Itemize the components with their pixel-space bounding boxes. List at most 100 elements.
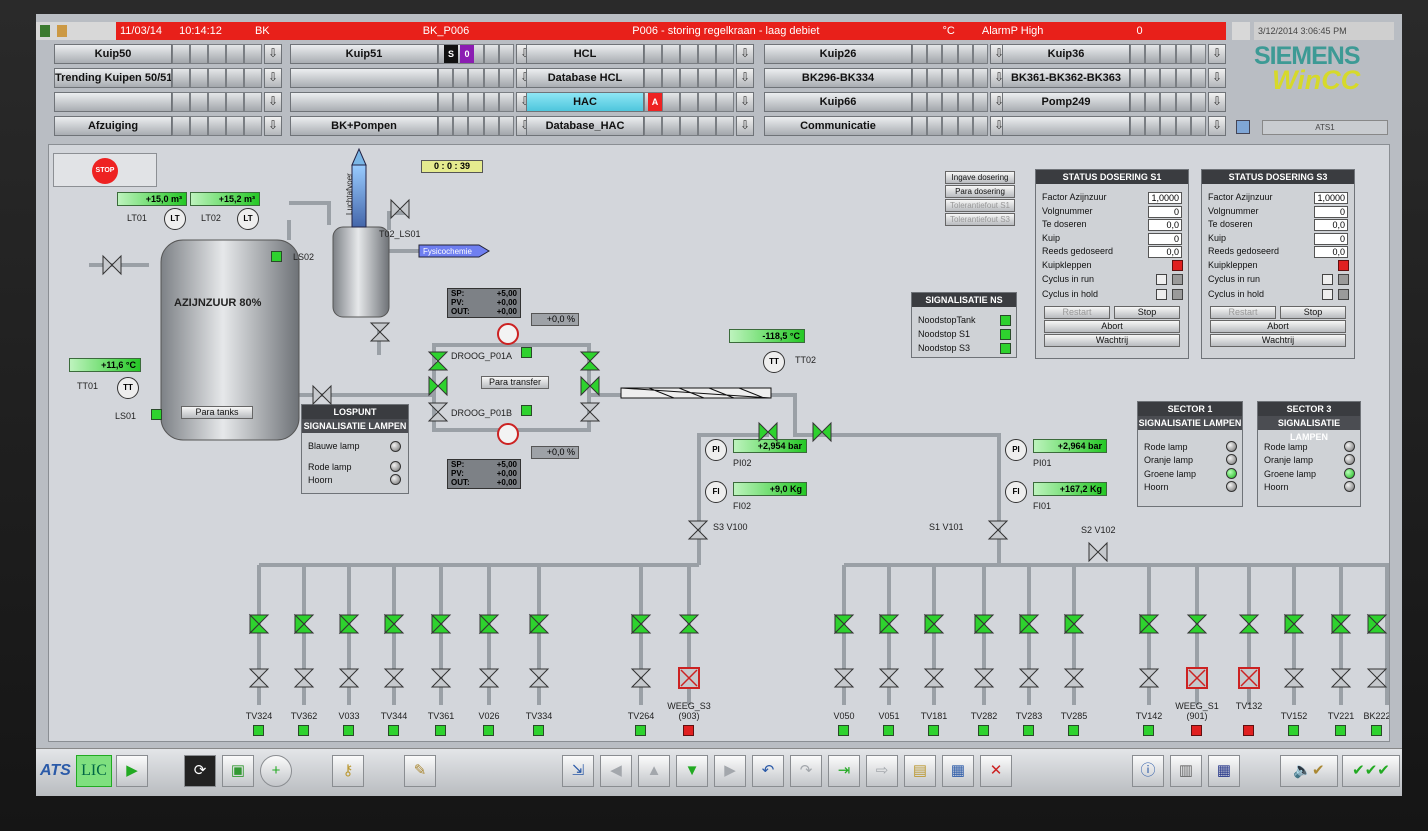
drop-valve-right-0-icon[interactable] [833,613,855,635]
drop-valve-right-4-icon[interactable] [1018,613,1040,635]
valve-s1v101-icon[interactable] [987,519,1009,541]
drop-valve-left-4-icon[interactable] [430,613,452,635]
fysicochemie-label[interactable]: Fysicochemie [423,247,472,256]
open-folder-icon[interactable]: ▤ [904,755,936,787]
drop-lower-left-4-icon[interactable] [430,667,452,689]
drop-lower-right-8-icon[interactable] [1238,667,1260,689]
nav-dropdown-icon[interactable]: ⇩ [1208,44,1226,64]
valve-p01b-out-icon[interactable] [579,401,601,423]
drop-lower-left-8-icon[interactable] [678,667,700,689]
drop-lower-left-5-icon[interactable] [478,667,500,689]
acknowledge-all-icon[interactable]: ✔✔✔ [1342,755,1400,787]
report-icon[interactable]: ▥ [1170,755,1202,787]
status_s1-stop-button[interactable]: Stop [1114,305,1180,319]
nav-dropdown-icon[interactable]: ⇩ [736,68,754,88]
nav-button-col5-1[interactable]: BK361-BK362-BK363 [1002,68,1130,88]
info-icon[interactable]: ⓘ [1132,755,1164,787]
nav-button-col1-0[interactable]: Kuip50 [54,44,172,64]
pid-controller-top[interactable]: SP: +5,00 PV: +0,00 OUT: +0,00 [447,288,521,318]
valve-vessel-drain-icon[interactable] [369,321,391,343]
fi01-transmitter-icon[interactable]: FI [1005,481,1027,503]
nav-button-col5-3[interactable] [1002,116,1130,136]
drop-lower-right-3-icon[interactable] [973,667,995,689]
valve-s3v100-icon[interactable] [687,519,709,541]
lt01-transmitter-icon[interactable]: LT [164,208,186,230]
nav-dropdown-icon[interactable]: ⇩ [736,116,754,136]
emergency-stop-button[interactable]: STOP [53,153,157,187]
status_s3-restart-button[interactable]: Restart [1210,305,1276,319]
key-icon[interactable]: ⚷ [332,755,364,787]
dosing-button-3[interactable]: Tolerantiefout S3 [945,213,1015,226]
monitor-icon[interactable]: ▣ [222,755,254,787]
tt02-transmitter-icon[interactable]: TT [763,351,785,373]
run-mode-icon[interactable] [1156,273,1167,285]
drop-valve-right-10-icon[interactable] [1330,613,1352,635]
refresh-icon[interactable]: ⟳ [184,755,216,787]
redo-icon[interactable]: ↷ [790,755,822,787]
valve-transfer-out-icon[interactable] [579,375,601,397]
nav-button-col4-0[interactable]: Kuip26 [764,44,912,64]
status_s1-wachtrij-button[interactable]: Wachtrij [1044,333,1180,347]
drop-valve-left-5-icon[interactable] [478,613,500,635]
drop-lower-right-2-icon[interactable] [923,667,945,689]
arrow-left-icon[interactable]: ◀ [600,755,632,787]
valve-transfer-main-icon[interactable] [427,375,449,397]
lic-button[interactable]: LIC [76,755,112,787]
valve-tank-inlet-icon[interactable] [101,254,123,276]
valve-split-left-icon[interactable] [757,421,779,443]
nav-dropdown-icon[interactable]: ⇩ [1208,68,1226,88]
valve-vessel-vent-icon[interactable] [389,198,411,220]
arrow-up-icon[interactable]: ▲ [638,755,670,787]
drop-valve-left-0-icon[interactable] [248,613,270,635]
forward-icon[interactable]: ⇨ [866,755,898,787]
nav-dropdown-icon[interactable]: ⇩ [264,68,282,88]
hold-mode-icon[interactable] [1156,288,1167,300]
para-transfer-button[interactable]: Para transfer [481,376,549,389]
drop-valve-right-2-icon[interactable] [923,613,945,635]
status_s3-wachtrij-button[interactable]: Wachtrij [1210,333,1346,347]
pump-p01b-icon[interactable] [497,423,519,445]
nav-button-col5-2[interactable]: Pomp249 [1002,92,1130,112]
drop-valve-right-6-icon[interactable] [1138,613,1160,635]
pump-p01a-icon[interactable] [497,323,519,345]
nav-dropdown-icon[interactable]: ⇩ [1208,92,1226,112]
nav-dropdown-icon[interactable]: ⇩ [736,44,754,64]
drop-lower-right-6-icon[interactable] [1138,667,1160,689]
drop-valve-right-1-icon[interactable] [878,613,900,635]
hold-mode-icon[interactable] [1322,288,1333,300]
nav-button-col4-3[interactable]: Communicatie [764,116,912,136]
drop-valve-left-3-icon[interactable] [383,613,405,635]
dosing-button-1[interactable]: Para dosering [945,185,1015,198]
nav-button-col3-3[interactable]: Database_HAC [526,116,644,136]
drop-valve-left-6-icon[interactable] [528,613,550,635]
valve-p01b-in-icon[interactable] [427,401,449,423]
pi01-transmitter-icon[interactable]: PI [1005,439,1027,461]
drop-lower-right-7-icon[interactable] [1186,667,1208,689]
nav-dropdown-icon[interactable]: ⇩ [264,92,282,112]
fi02-transmitter-icon[interactable]: FI [705,481,727,503]
delete-icon[interactable]: ✕ [980,755,1012,787]
save-icon[interactable]: ▦ [942,755,974,787]
alarm-message-row[interactable]: 11/03/14 10:14:12 BK BK_P006 P006 - stor… [116,22,1226,40]
status_s1-abort-button[interactable]: Abort [1044,319,1180,333]
run-icon[interactable]: ▶ [116,755,148,787]
arrow-down-icon[interactable]: ▼ [676,755,708,787]
alarm-scroll-icon[interactable] [1232,22,1250,40]
nav-button-col4-1[interactable]: BK296-BK334 [764,68,912,88]
drop-valve-right-7-icon[interactable] [1186,613,1208,635]
nav-button-col2-3[interactable]: BK+Pompen [290,116,438,136]
nav-button-col2-1[interactable] [290,68,438,88]
nav-dropdown-icon[interactable]: ⇩ [736,92,754,112]
valve-p01a-in-icon[interactable] [427,350,449,372]
nav-dropdown-icon[interactable]: ⇩ [1208,116,1226,136]
drop-valve-left-7-icon[interactable] [630,613,652,635]
import-icon[interactable]: ⇲ [562,755,594,787]
nav-button-col4-2[interactable]: Kuip66 [764,92,912,112]
nav-button-col2-0[interactable]: Kuip51 [290,44,438,64]
run-mode-icon[interactable] [1322,273,1333,285]
pid-controller-bottom[interactable]: SP: +5,00 PV: +0,00 OUT: +0,00 [447,459,521,489]
calculator-icon[interactable]: ▦ [1208,755,1240,787]
drop-lower-left-1-icon[interactable] [293,667,315,689]
drop-lower-left-7-icon[interactable] [630,667,652,689]
dosing-button-2[interactable]: Tolerantiefout S1 [945,199,1015,212]
